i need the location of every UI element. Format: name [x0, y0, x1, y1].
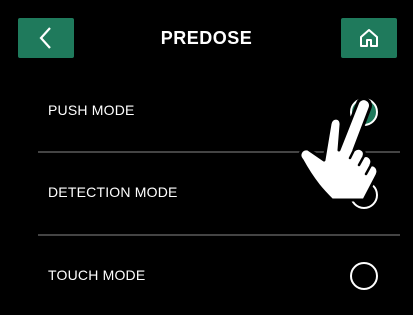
option-label: PUSH MODE	[48, 102, 135, 118]
home-icon	[360, 29, 378, 47]
option-label: TOUCH MODE	[48, 267, 146, 283]
option-label: DETECTION MODE	[48, 184, 178, 200]
header-bar: PREDOSE	[0, 0, 413, 78]
radio-touch-mode[interactable]	[350, 262, 378, 290]
option-row-touch-mode[interactable]: TOUCH MODE	[0, 235, 413, 315]
pointing-hand-icon	[298, 97, 380, 202]
home-button[interactable]	[341, 18, 397, 58]
